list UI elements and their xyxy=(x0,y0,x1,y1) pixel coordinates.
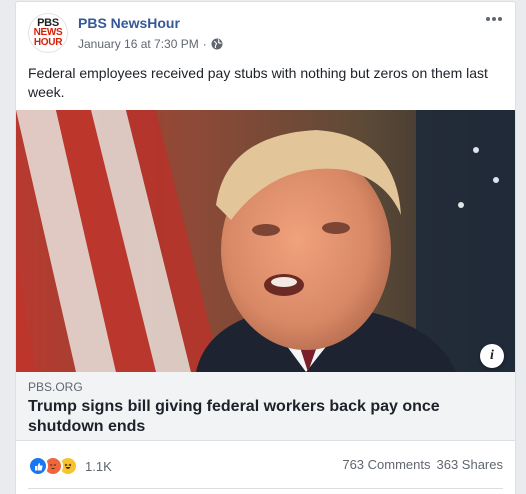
page-name-link[interactable]: PBS NewsHour xyxy=(78,15,180,31)
post-meta: January 16 at 7:30 PM · xyxy=(78,37,223,51)
globe-icon[interactable] xyxy=(211,38,223,50)
stats-divider xyxy=(28,488,503,489)
logo-text-hour: HOUR xyxy=(33,37,63,48)
post-text: Federal employees received pay stubs wit… xyxy=(28,65,488,100)
reaction-count[interactable]: 1.1K xyxy=(85,459,112,474)
more-options-icon[interactable] xyxy=(485,14,503,24)
info-icon[interactable]: i xyxy=(480,344,504,368)
page-avatar[interactable]: PBS NEWS HOUR xyxy=(28,13,68,53)
engagement-counts: 763 Comments 363 Shares xyxy=(342,457,503,472)
meta-separator: · xyxy=(202,37,207,51)
shares-count[interactable]: 363 Shares xyxy=(437,457,504,472)
post-stats: 1.1K 763 Comments 363 Shares xyxy=(28,454,503,476)
link-preview-image[interactable]: i xyxy=(16,110,515,372)
reactions-summary[interactable]: 1.1K xyxy=(28,456,112,476)
link-domain: PBS.ORG xyxy=(28,380,83,394)
post-timestamp[interactable]: January 16 at 7:30 PM xyxy=(78,37,199,51)
link-title[interactable]: Trump signs bill giving federal workers … xyxy=(28,397,498,437)
news-photo xyxy=(16,110,515,372)
link-preview[interactable]: PBS.ORG Trump signs bill giving federal … xyxy=(16,372,515,441)
like-reaction-icon xyxy=(28,456,48,476)
post-header: PBS NEWS HOUR PBS NewsHour January 16 at… xyxy=(28,12,503,56)
comments-count[interactable]: 763 Comments xyxy=(342,457,430,472)
post-card: PBS NEWS HOUR PBS NewsHour January 16 at… xyxy=(15,1,516,494)
